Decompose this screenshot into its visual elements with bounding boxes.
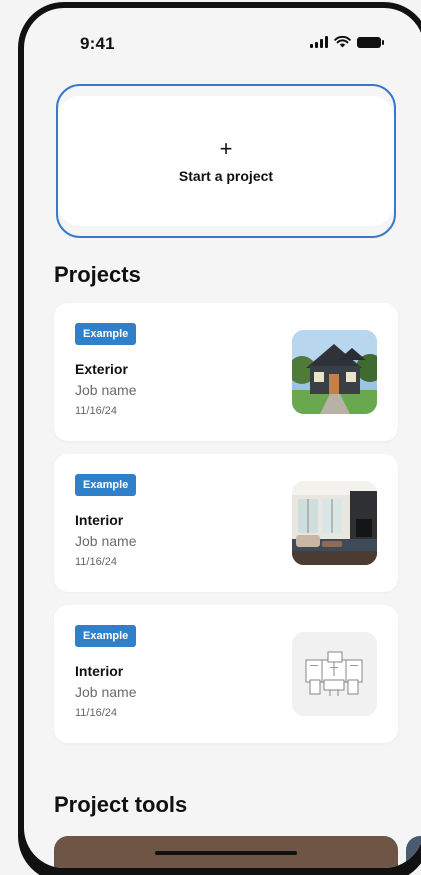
house-exterior-image — [292, 330, 377, 414]
home-indicator[interactable] — [155, 851, 297, 855]
battery-icon — [357, 36, 384, 48]
project-date: 11/16/24 — [75, 405, 118, 417]
app-screen: 9:41 + Start a project Projects Example … — [24, 8, 421, 868]
projects-heading: Projects — [54, 262, 141, 287]
project-title: Interior — [75, 663, 124, 679]
wifi-icon — [334, 36, 351, 48]
living-room-image — [292, 481, 377, 565]
start-project-button[interactable]: + Start a project — [56, 84, 396, 238]
status-bar: 9:41 — [24, 8, 421, 68]
start-project-label: Start a project — [178, 168, 274, 184]
living-room-thumbnail — [292, 481, 377, 565]
project-job-name: Job name — [75, 382, 137, 398]
project-tools-heading: Project tools — [54, 792, 188, 817]
floor-plan-image — [292, 632, 377, 716]
project-job-name: Job name — [75, 684, 137, 700]
project-card[interactable]: Example Interior Job name 11/16/24 — [54, 605, 398, 743]
example-badge: Example — [75, 323, 137, 345]
start-project-surface — [68, 114, 384, 220]
project-card[interactable]: Example Exterior Job name 11/16/24 — [54, 303, 398, 441]
project-date: 11/16/24 — [75, 556, 118, 568]
project-job-name: Job name — [75, 533, 137, 549]
example-badge: Example — [75, 474, 137, 496]
project-title: Exterior — [75, 361, 128, 377]
floor-plan-thumbnail — [292, 632, 377, 716]
project-title: Interior — [75, 512, 124, 528]
status-time: 9:41 — [80, 34, 115, 53]
plus-icon: + — [219, 136, 233, 161]
example-badge: Example — [75, 625, 137, 647]
house-exterior-thumbnail — [292, 330, 377, 414]
status-icons — [310, 36, 384, 48]
project-card[interactable]: Example Interior Job name 11/16/24 — [54, 454, 398, 592]
project-date: 11/16/24 — [75, 707, 118, 719]
cellular-signal-icon — [310, 36, 328, 48]
project-tool-card-next[interactable] — [406, 836, 421, 868]
